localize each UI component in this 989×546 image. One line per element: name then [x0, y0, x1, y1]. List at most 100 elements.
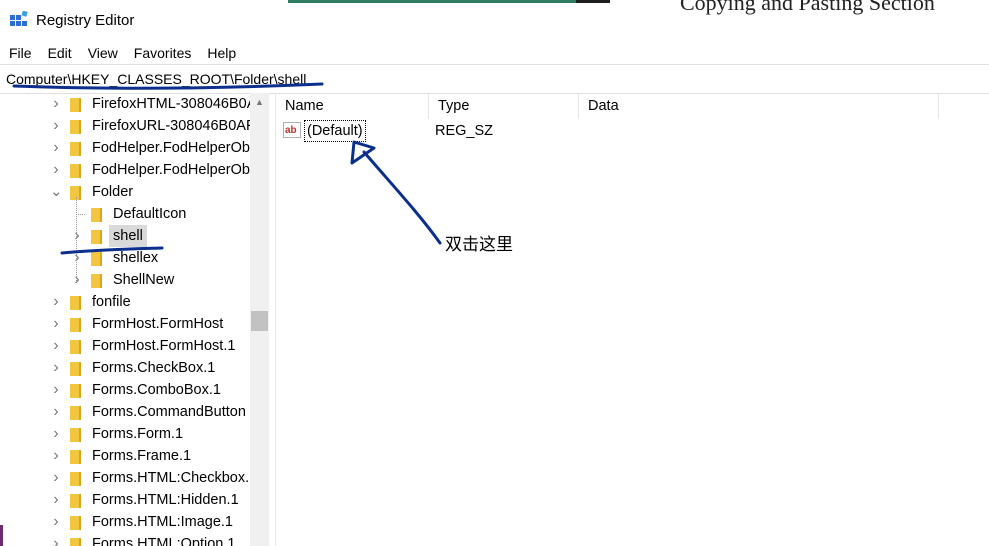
folder-icon	[70, 120, 81, 134]
tree-node-label: Forms.HTML:Option.1	[92, 536, 236, 546]
value-type: REG_SZ	[435, 123, 494, 139]
scroll-thumb[interactable]	[251, 311, 268, 331]
menu-bar: File Edit View Favorites Help	[0, 42, 989, 64]
menu-view[interactable]: View	[79, 42, 125, 64]
background-document-text: Copying and Pasting Section	[680, 0, 935, 15]
chevron-right-icon[interactable]: ›	[50, 401, 62, 423]
tree-node-label: Folder	[92, 184, 134, 200]
menu-favorites[interactable]: Favorites	[125, 42, 199, 64]
folder-icon	[70, 142, 81, 156]
folder-icon	[91, 230, 102, 244]
tree-node[interactable]: › FormHost.FormHost.1	[0, 335, 250, 357]
registry-editor-icon	[10, 11, 28, 26]
tree-node-label: Forms.CommandButton	[92, 404, 246, 420]
window-title: Registry Editor	[36, 12, 135, 29]
annotation-arrow-shaft	[362, 150, 442, 245]
chevron-right-icon[interactable]: ›	[50, 489, 62, 511]
chevron-right-icon[interactable]: ›	[71, 247, 83, 269]
tree-node[interactable]: › Forms.ComboBox.1	[0, 379, 250, 401]
pane-splitter[interactable]	[275, 93, 276, 546]
annotation-text: 双击这里	[445, 235, 513, 255]
tree-node-label: Forms.HTML:Hidden.1	[92, 492, 239, 508]
tree-node[interactable]: › Forms.HTML:Hidden.1	[0, 489, 250, 511]
column-header-data[interactable]: Data	[579, 93, 939, 119]
tree-node[interactable]: › shell	[0, 225, 250, 247]
tree-node[interactable]: › ShellNew	[0, 269, 250, 291]
folder-icon	[70, 516, 81, 530]
chevron-right-icon[interactable]: ›	[50, 159, 62, 181]
chevron-right-icon[interactable]: ›	[50, 115, 62, 137]
chevron-right-icon[interactable]: ›	[50, 291, 62, 313]
chevron-right-icon[interactable]: ›	[50, 93, 62, 115]
folder-icon	[70, 406, 81, 420]
background-window-strip-dark	[576, 0, 610, 3]
column-header-type[interactable]: Type	[429, 93, 579, 119]
chevron-right-icon[interactable]: ›	[71, 225, 83, 247]
chevron-right-icon[interactable]: ›	[50, 467, 62, 489]
tree-node-label: fonfile	[92, 294, 131, 310]
tree-node-label: Forms.Form.1	[92, 426, 184, 442]
address-input[interactable]: Computer\HKEY_CLASSES_ROOT\Folder\shell	[6, 69, 306, 89]
values-header: Name Type Data	[276, 93, 989, 119]
title-bar: Registry Editor Copying and Pasting Sect…	[0, 0, 989, 42]
tree-node[interactable]: › FormHost.FormHost	[0, 313, 250, 335]
folder-icon	[70, 472, 81, 486]
tree-node[interactable]: › Forms.CommandButton	[0, 401, 250, 423]
tree-scrollbar[interactable]: ▲	[250, 93, 269, 546]
tree-node[interactable]: › FirefoxURL-308046B0AF	[0, 115, 255, 137]
annotation-arrow-head	[350, 140, 376, 165]
tree-node[interactable]: ⌄ Folder	[0, 181, 250, 203]
tree-node[interactable]: › Forms.CheckBox.1	[0, 357, 250, 379]
tree-node[interactable]: › FodHelper.FodHelperOb	[0, 159, 250, 181]
chevron-right-icon[interactable]: ›	[50, 357, 62, 379]
tree-node-label: FormHost.FormHost.1	[92, 338, 236, 354]
tree-node[interactable]: › Forms.HTML:Option.1	[0, 533, 250, 546]
chevron-right-icon[interactable]: ›	[50, 335, 62, 357]
folder-icon	[70, 450, 81, 464]
chevron-right-icon[interactable]: ›	[50, 137, 62, 159]
tree-node[interactable]: › Forms.Form.1	[0, 423, 250, 445]
folder-icon	[70, 362, 81, 376]
address-bar[interactable]: Computer\HKEY_CLASSES_ROOT\Folder\shell	[0, 64, 989, 94]
tree-node[interactable]: DefaultIcon	[0, 203, 250, 225]
value-row[interactable]: ab (Default) REG_SZ	[283, 120, 683, 142]
folder-icon	[70, 340, 81, 354]
tree-node-label: FirefoxHTML-308046B0A	[92, 96, 257, 112]
folder-icon	[70, 164, 81, 178]
chevron-right-icon[interactable]: ›	[50, 511, 62, 533]
chevron-right-icon[interactable]: ›	[50, 313, 62, 335]
menu-file[interactable]: File	[0, 42, 39, 64]
chevron-down-icon[interactable]: ⌄	[50, 181, 63, 203]
menu-edit[interactable]: Edit	[39, 42, 79, 64]
folder-icon	[70, 428, 81, 442]
folder-icon	[91, 208, 102, 222]
tree-node-label: FormHost.FormHost	[92, 316, 224, 332]
column-header-name[interactable]: Name	[276, 93, 429, 119]
tree-node[interactable]: › FirefoxHTML-308046B0A	[0, 93, 256, 115]
chevron-right-icon[interactable]: ›	[71, 269, 83, 291]
folder-icon	[70, 318, 81, 332]
folder-icon	[91, 252, 102, 266]
tree-node-label: FodHelper.FodHelperOb	[92, 140, 250, 156]
tree-node[interactable]: › FodHelper.FodHelperOb	[0, 137, 250, 159]
tree-node[interactable]: › Forms.Frame.1	[0, 445, 250, 467]
menu-help[interactable]: Help	[198, 42, 243, 64]
chevron-right-icon[interactable]: ›	[50, 379, 62, 401]
value-name[interactable]: (Default)	[304, 120, 366, 142]
key-tree: › FirefoxHTML-308046B0A › FirefoxURL-308046…	[0, 93, 270, 546]
svg-text:ab: ab	[285, 125, 297, 136]
folder-icon	[70, 538, 81, 546]
scroll-up-arrow-icon[interactable]: ▲	[250, 95, 269, 109]
folder-icon	[70, 98, 81, 112]
string-value-icon: ab	[283, 122, 301, 138]
tree-node[interactable]: › Forms.HTML:Image.1	[0, 511, 250, 533]
chevron-right-icon[interactable]: ›	[50, 423, 62, 445]
folder-icon	[70, 384, 81, 398]
chevron-right-icon[interactable]: ›	[50, 445, 62, 467]
tree-node[interactable]: › fonfile	[0, 291, 250, 313]
folder-icon	[91, 274, 102, 288]
chevron-right-icon[interactable]: ›	[50, 533, 62, 546]
tree-node[interactable]: › Forms.HTML:Checkbox.1	[0, 467, 257, 489]
tree-node-label: Forms.ComboBox.1	[92, 382, 221, 398]
tree-node[interactable]: › shellex	[0, 247, 250, 269]
